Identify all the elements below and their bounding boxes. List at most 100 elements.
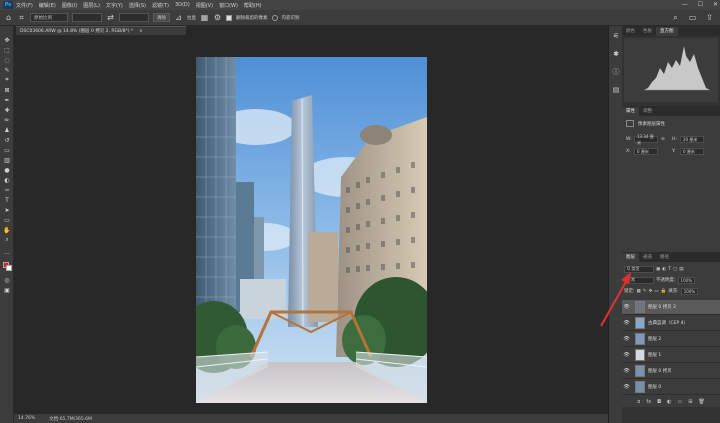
menu-3d[interactable]: 3D(D) xyxy=(175,2,190,8)
menu-window[interactable]: 窗口(W) xyxy=(219,2,238,9)
layer-row[interactable]: 👁 古典蓝调（CEP 4） xyxy=(622,316,720,331)
hand-tool-icon[interactable]: ✋ xyxy=(2,226,12,234)
pen-tool-icon[interactable]: ✑ xyxy=(2,186,12,194)
link-layers-icon[interactable]: ɑ xyxy=(637,399,640,407)
width-field[interactable] xyxy=(72,13,102,22)
lock-paint-icon[interactable]: ✎ xyxy=(643,289,647,294)
tab-histogram[interactable]: 直方图 xyxy=(656,27,678,36)
filter-shape-icon[interactable]: ▢ xyxy=(673,267,677,272)
group-icon[interactable]: ▭ xyxy=(677,399,682,407)
straighten-label[interactable]: 拉直 xyxy=(187,15,196,21)
lock-all-icon[interactable]: 🔒 xyxy=(661,289,667,294)
search-icon[interactable]: ⌕ xyxy=(671,13,680,22)
filter-type-icon[interactable]: T xyxy=(668,267,671,272)
rectangle-tool-icon[interactable]: ▭ xyxy=(2,216,12,224)
adjustment-layer-icon[interactable]: ◐ xyxy=(667,399,671,407)
minimize-button[interactable]: — xyxy=(682,1,688,8)
marquee-tool-icon[interactable]: ⬚ xyxy=(2,46,12,54)
eye-icon[interactable]: 👁 xyxy=(622,384,631,390)
dodge-tool-icon[interactable]: ◐ xyxy=(2,176,12,184)
menu-file[interactable]: 文件(F) xyxy=(16,2,33,9)
delete-pixels-checkbox[interactable] xyxy=(226,14,232,21)
history-brush-tool-icon[interactable]: ↺ xyxy=(2,136,12,144)
overlay-grid-icon[interactable]: ▦ xyxy=(200,13,209,22)
more-tools-icon[interactable]: … xyxy=(2,248,12,256)
info-panel-icon[interactable]: ⓘ xyxy=(612,68,620,76)
straighten-icon[interactable]: ⊿ xyxy=(174,13,183,22)
history-panel-icon[interactable]: ⚟ xyxy=(612,32,620,40)
tab-paths[interactable]: 路径 xyxy=(656,253,673,262)
eye-icon[interactable]: 👁 xyxy=(622,336,631,342)
quick-mask-icon[interactable]: ◎ xyxy=(2,276,12,284)
type-tool-icon[interactable]: T xyxy=(2,196,12,204)
add-mask-icon[interactable]: ◘ xyxy=(657,399,661,407)
healing-brush-tool-icon[interactable]: ✚ xyxy=(2,106,12,114)
adjustments-panel-icon[interactable]: ✱ xyxy=(612,50,620,58)
crop-tool-icon[interactable]: ⌗ xyxy=(2,76,12,84)
lock-position-icon[interactable]: ✥ xyxy=(649,289,653,294)
eye-icon[interactable]: 👁 xyxy=(622,352,631,358)
quick-select-tool-icon[interactable]: ✎ xyxy=(2,66,12,74)
document-tab[interactable]: DSC03606.ARW @ 14.8% (图层 0 拷贝 2, RGB/8*)… xyxy=(16,26,186,35)
brush-tool-icon[interactable]: ✏ xyxy=(2,116,12,124)
screen-mode-icon[interactable]: ▣ xyxy=(2,286,12,294)
layer-row[interactable]: 👁 图层 0 拷贝 xyxy=(622,364,720,379)
eye-icon[interactable]: 👁 xyxy=(622,368,631,374)
menu-select[interactable]: 选择(S) xyxy=(129,2,146,9)
clone-stamp-tool-icon[interactable]: ♟ xyxy=(2,126,12,134)
opacity-field[interactable]: 100% xyxy=(677,276,695,284)
close-tab-icon[interactable]: × xyxy=(139,29,143,34)
layer-style-icon[interactable]: fx xyxy=(646,399,651,407)
close-window-button[interactable]: ✕ xyxy=(713,1,718,8)
clear-button[interactable]: 清除 xyxy=(153,13,170,22)
share-icon[interactable]: ⇪ xyxy=(705,13,714,22)
fill-field[interactable]: 100% xyxy=(680,287,699,295)
props-x-field[interactable]: 0 厘米 xyxy=(634,148,658,155)
tab-color[interactable]: 颜色 xyxy=(622,27,639,36)
filter-adjust-icon[interactable]: ◐ xyxy=(662,267,666,272)
lock-pixels-icon[interactable]: ▦ xyxy=(637,289,641,294)
props-w-field[interactable]: 13.34 厘米 xyxy=(634,134,658,145)
menu-layer[interactable]: 图层(L) xyxy=(83,2,100,9)
move-tool-icon[interactable]: ✥ xyxy=(2,36,12,44)
workspace-icon[interactable]: ▭ xyxy=(688,13,697,22)
zoom-readout[interactable]: 14.76% xyxy=(18,416,35,421)
home-icon[interactable]: ⌂ xyxy=(4,13,13,22)
delete-layer-icon[interactable]: 🗑 xyxy=(698,399,704,407)
crop-tool-icon[interactable]: ⌗ xyxy=(17,13,26,22)
props-h-field[interactable]: 20 厘米 xyxy=(680,136,704,143)
frame-tool-icon[interactable]: ⊠ xyxy=(2,86,12,94)
menu-help[interactable]: 帮助(H) xyxy=(244,2,262,9)
lock-artboard-icon[interactable]: ▭ xyxy=(654,289,658,294)
layer-row[interactable]: 👁 图层 1 xyxy=(622,348,720,363)
layer-row[interactable]: 👁 图层 2 xyxy=(622,332,720,347)
menu-filter[interactable]: 滤镜(T) xyxy=(152,2,169,9)
menu-view[interactable]: 视图(V) xyxy=(196,2,213,9)
eyedropper-tool-icon[interactable]: ✒ xyxy=(2,96,12,104)
props-y-field[interactable]: 0 厘米 xyxy=(680,148,704,155)
document-image[interactable] xyxy=(196,57,427,403)
zoom-tool-icon[interactable]: ⌕ xyxy=(2,236,12,244)
layer-row[interactable]: 👁 图层 0 拷贝 2 xyxy=(622,300,720,315)
blur-tool-icon[interactable]: ● xyxy=(2,166,12,174)
filter-smart-icon[interactable]: ▤ xyxy=(679,267,683,272)
menu-image[interactable]: 图像(I) xyxy=(62,2,77,9)
content-aware-checkbox[interactable] xyxy=(271,14,278,21)
layer-row[interactable]: 👁 图层 0 xyxy=(622,380,720,395)
new-layer-icon[interactable]: ⊞ xyxy=(688,399,692,407)
eraser-tool-icon[interactable]: ▭ xyxy=(2,146,12,154)
tab-adjustments[interactable]: 调整 xyxy=(639,107,656,116)
tab-layers[interactable]: 图层 xyxy=(622,253,639,262)
background-color-swatch[interactable] xyxy=(6,265,12,271)
gear-icon[interactable]: ⚙ xyxy=(213,13,222,22)
height-field[interactable] xyxy=(119,13,149,22)
filter-pixel-icon[interactable]: ▣ xyxy=(656,267,660,272)
ratio-select[interactable]: 原始比例 xyxy=(30,13,68,22)
tab-swatches[interactable]: 色板 xyxy=(639,27,656,36)
maximize-button[interactable]: ☐ xyxy=(698,1,703,8)
swap-icon[interactable]: ⇄ xyxy=(106,13,115,22)
tab-properties[interactable]: 属性 xyxy=(622,107,639,116)
path-select-tool-icon[interactable]: ➤ xyxy=(2,206,12,214)
brush-settings-panel-icon[interactable]: ▤ xyxy=(612,86,620,94)
menu-edit[interactable]: 编辑(E) xyxy=(39,2,56,9)
